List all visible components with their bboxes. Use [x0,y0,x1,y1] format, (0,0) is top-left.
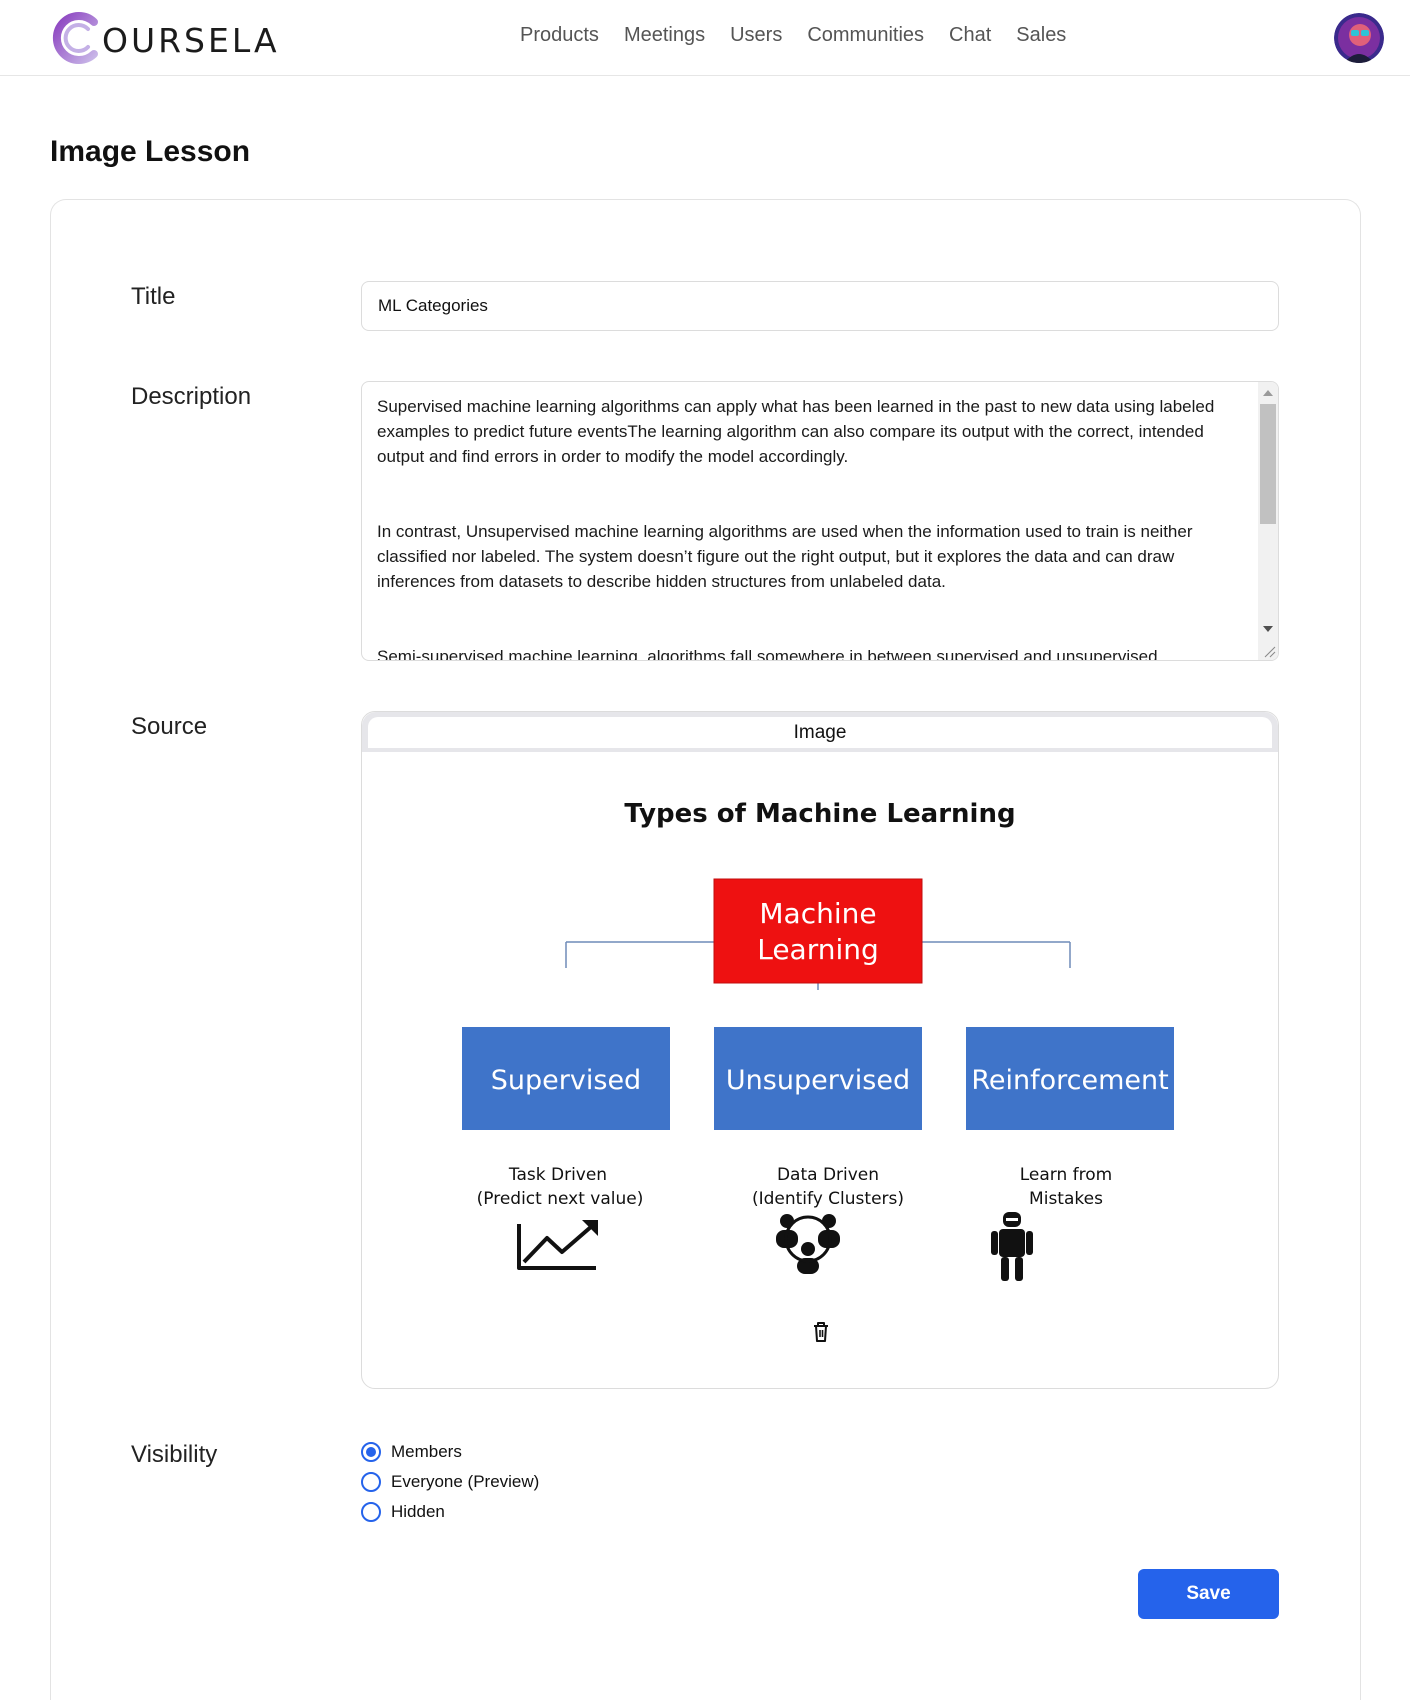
nav-meetings[interactable]: Meetings [624,24,705,47]
description-text: Supervised machine learning algorithms c… [377,397,1215,661]
nav-users[interactable]: Users [730,24,782,47]
nav-sales[interactable]: Sales [1016,24,1066,47]
reinforcement-caption-line1: Learn from [1020,1165,1112,1185]
scroll-up-arrow-icon[interactable] [1263,390,1273,396]
unsupervised-caption-line2: (Identify Clusters) [752,1189,904,1209]
supervised-caption-line2: (Predict next value) [477,1189,644,1209]
top-navbar: OURSELA Products Meetings Users Communit… [0,0,1410,76]
avatar-image [1334,13,1384,63]
visibility-option-everyone[interactable]: Everyone (Preview) [361,1467,539,1497]
visibility-radio-group: Members Everyone (Preview) Hidden [361,1437,539,1527]
radio-everyone-label[interactable]: Everyone (Preview) [391,1472,539,1492]
ml-types-diagram-image: Types of Machine Learning Machine Learni… [462,799,1174,1281]
coursela-logo[interactable]: OURSELA [50,12,280,64]
people-cluster-icon [776,1214,840,1274]
visibility-option-hidden[interactable]: Hidden [361,1497,539,1527]
root-node-label-line1: Machine [759,897,876,930]
radio-hidden[interactable] [361,1502,381,1522]
description-label: Description [131,383,252,410]
root-node-label-line2: Learning [757,933,879,966]
trend-chart-icon [517,1220,598,1270]
logo-text: OURSELA [102,20,280,60]
tab-image[interactable]: Image [368,717,1272,748]
title-label: Title [131,283,176,310]
source-label: Source [131,713,208,740]
reinforcement-node-label: Reinforcement [971,1065,1168,1096]
save-button[interactable]: Save [1138,1569,1279,1619]
title-input[interactable] [361,281,1279,331]
robot-icon [991,1212,1033,1281]
visibility-label: Visibility [131,1441,218,1468]
radio-everyone-preview[interactable] [361,1472,381,1492]
root-node-box [713,878,923,984]
radio-members[interactable] [361,1442,381,1462]
logo-c-icon [52,12,98,64]
user-avatar[interactable] [1334,13,1384,63]
nav-chat[interactable]: Chat [949,24,991,47]
page-title: Image Lesson [50,135,251,168]
visibility-option-members[interactable]: Members [361,1437,539,1467]
radio-members-label[interactable]: Members [391,1442,462,1462]
supervised-node-label: Supervised [491,1065,641,1096]
nav-products[interactable]: Products [520,24,599,47]
unsupervised-caption-line1: Data Driven [777,1165,879,1185]
radio-hidden-label[interactable]: Hidden [391,1502,445,1522]
scroll-down-arrow-icon[interactable] [1263,626,1273,632]
main-nav: Products Meetings Users Communities Chat… [520,24,1066,47]
unsupervised-node-label: Unsupervised [726,1065,910,1096]
nav-communities[interactable]: Communities [807,24,924,47]
scrollbar-thumb[interactable] [1260,404,1276,524]
delete-image-trash-icon[interactable] [810,1320,832,1344]
description-scrollbar[interactable] [1258,382,1278,660]
supervised-caption-line1: Task Driven [508,1165,607,1185]
diagram-title: Types of Machine Learning [624,799,1015,829]
source-panel: Image Types of Machine Learning Machine … [361,711,1279,1389]
source-tab-strip: Image [362,712,1278,752]
description-textarea[interactable]: Supervised machine learning algorithms c… [361,381,1279,661]
reinforcement-caption-line2: Mistakes [1029,1189,1103,1209]
resize-grip-icon[interactable] [1262,644,1276,658]
